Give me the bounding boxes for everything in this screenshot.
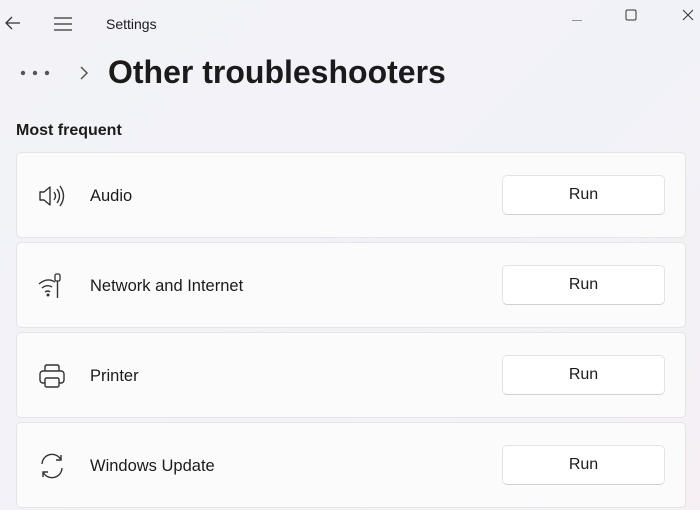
maximize-button[interactable] [608,0,654,30]
close-icon [682,9,694,21]
run-printer-button[interactable]: Run [502,355,665,395]
breadcrumb-overflow-button[interactable] [20,66,50,84]
page-title: Other troubleshooters [108,54,446,90]
speaker-icon [39,185,65,207]
item-label: Network and Internet [90,277,244,295]
run-windows-update-button[interactable]: Run [502,445,665,485]
troubleshooter-audio: Audio Run [16,152,686,238]
run-audio-button[interactable]: Run [502,175,665,215]
item-label: Audio [90,187,133,205]
maximize-icon [625,9,637,21]
minimize-icon [572,20,582,21]
item-label: Windows Update [90,457,215,475]
sync-icon [41,453,63,479]
window-title: Settings [106,16,157,32]
hamburger-icon [54,17,72,31]
breadcrumb-chevron-icon [78,65,90,86]
printer-icon [39,364,65,388]
network-icon [38,273,61,298]
troubleshooter-network: Network and Internet Run [16,242,686,328]
back-button[interactable] [2,12,24,39]
troubleshooter-printer: Printer Run [16,332,686,418]
troubleshooter-windows-update: Windows Update Run [16,422,686,508]
minimize-button[interactable] [554,0,600,30]
menu-button[interactable] [52,13,74,40]
section-heading: Most frequent [16,122,122,139]
more-icon [20,70,50,76]
run-network-button[interactable]: Run [502,265,665,305]
close-button[interactable] [665,0,700,30]
item-label: Printer [90,367,139,385]
back-arrow-icon [5,16,20,30]
